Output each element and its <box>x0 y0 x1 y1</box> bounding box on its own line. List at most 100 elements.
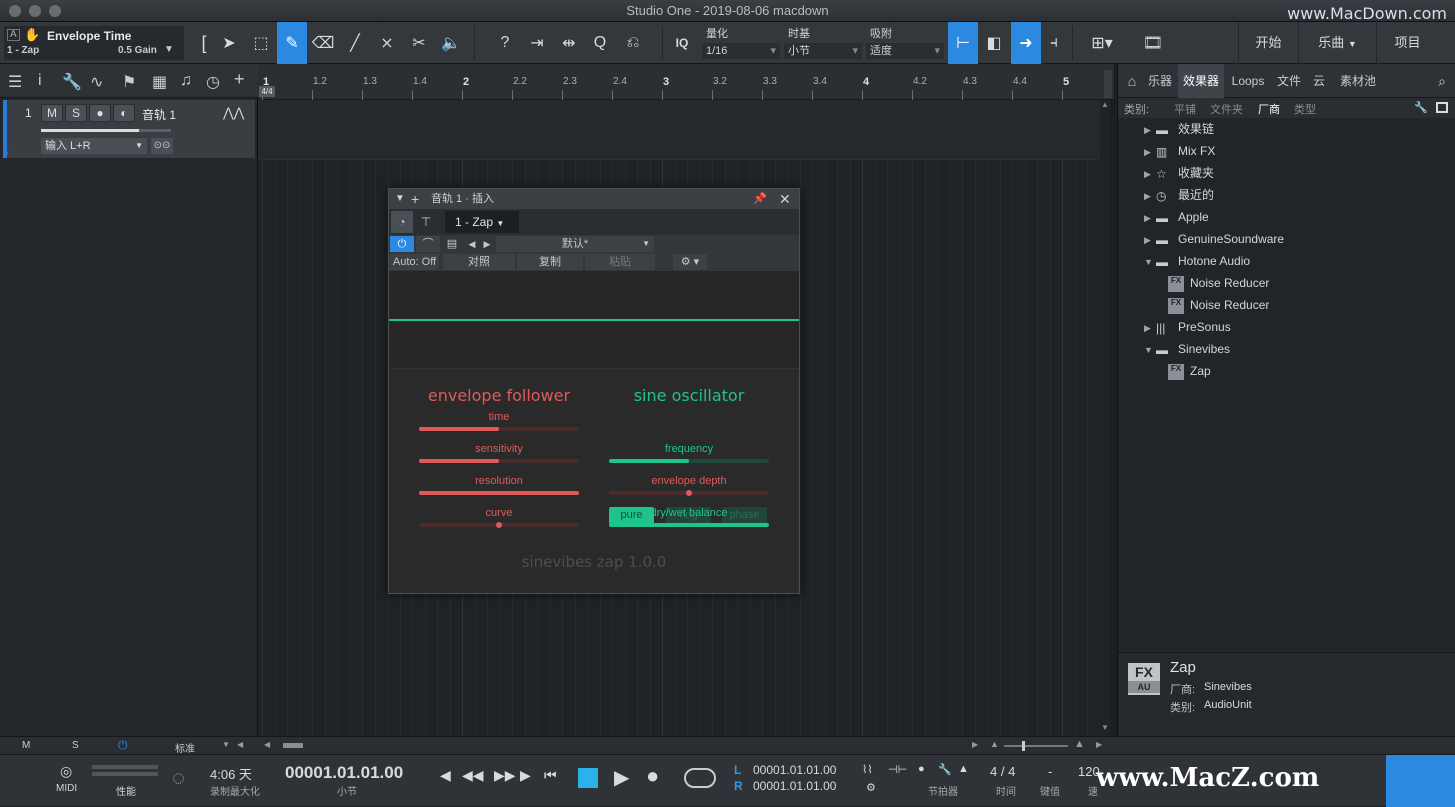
chevron-down-icon[interactable]: ▼ <box>164 44 174 55</box>
expanded-icon[interactable]: ▼ <box>1144 251 1156 273</box>
power-icon[interactable]: ⏻ <box>118 738 128 753</box>
snap-grid-icon[interactable]: ⇹ <box>554 22 584 64</box>
compare-button[interactable]: 对照 <box>443 254 515 270</box>
expand-icon[interactable]: ▶ <box>1144 119 1156 141</box>
tree-item[interactable]: ▶ ||| PreSonus <box>1144 316 1231 338</box>
ruler-scroll[interactable] <box>1104 70 1112 98</box>
autoscroll-icon[interactable]: ⎌ <box>618 22 648 64</box>
menu-icon[interactable]: ☰ <box>8 72 22 92</box>
fast-forward-icon[interactable]: ▶▶ <box>494 767 516 784</box>
power-icon[interactable]: ⏻ <box>390 236 414 252</box>
collapse-left-icon[interactable]: ◀ <box>237 740 243 749</box>
track-name[interactable]: 音轨 1 <box>142 106 176 123</box>
chevron-down-icon[interactable]: ▼ <box>222 740 230 749</box>
settings-icon[interactable]: ⚙ <box>866 781 876 794</box>
pin-icon[interactable]: 📌 <box>753 189 767 209</box>
skip-back-icon[interactable]: ⏮ <box>544 767 557 784</box>
tree-item[interactable]: ▶ ▬ 效果链 <box>1144 118 1214 140</box>
param-slider[interactable] <box>419 427 579 431</box>
zoom-out-icon[interactable]: ▲ <box>990 739 999 749</box>
collapse-icon[interactable]: ▼ <box>395 189 405 209</box>
split-tool-icon[interactable]: ✂ <box>404 22 434 64</box>
flag-icon[interactable]: ⚑ <box>122 72 136 92</box>
precount-icon[interactable]: ⌇⌇ <box>862 763 873 776</box>
mute-tool-icon[interactable]: ⨯ <box>372 22 402 64</box>
tree-item[interactable]: ▶ ☆ 收藏夹 <box>1144 162 1214 184</box>
tab-cloud[interactable]: 云 <box>1306 64 1332 98</box>
timebase-select[interactable]: 小节 <box>784 43 862 59</box>
auto-button[interactable]: Auto: Off <box>390 254 439 270</box>
tempo-icon[interactable]: ◷ <box>206 72 220 92</box>
project-button[interactable]: 项目 <box>1376 22 1438 64</box>
mute-button[interactable]: M <box>41 104 63 122</box>
expand-icon[interactable]: ▶ <box>1144 185 1156 207</box>
position-display[interactable]: 00001.01.01.00 <box>285 763 403 783</box>
start-button[interactable]: 开始 <box>1238 22 1298 64</box>
expand-right-icon[interactable]: ▶ <box>1096 740 1102 749</box>
key-display[interactable]: - <box>1048 764 1052 779</box>
sort-vendor[interactable]: 厂商 <box>1258 101 1280 117</box>
info-icon[interactable]: i <box>38 72 42 90</box>
tree-item[interactable]: FX Noise Reducer <box>1156 272 1269 294</box>
automation-icon[interactable]: ∿ <box>90 72 103 92</box>
close-window-button[interactable] <box>9 5 21 17</box>
scroll-left-icon[interactable]: ◀ <box>264 740 270 749</box>
param-slider[interactable] <box>419 522 579 528</box>
scroll-up-icon[interactable]: ▲ <box>1101 100 1109 109</box>
listen-tool-icon[interactable]: 🔈 <box>436 22 466 64</box>
channel-icon[interactable]: ▦ <box>152 72 167 92</box>
window-icon[interactable] <box>1436 102 1448 113</box>
global-mute-button[interactable]: M <box>22 740 30 751</box>
param-slider[interactable] <box>609 459 769 463</box>
plugin-header[interactable]: ▼ + 音轨 1 · 插入 📌 ✕ <box>389 189 799 209</box>
forward-icon[interactable]: ▶ <box>520 767 531 784</box>
search-icon[interactable]: ⌕ <box>1432 64 1452 98</box>
sort-type[interactable]: 类型 <box>1294 101 1316 117</box>
home-icon[interactable]: ⌂ <box>1122 64 1142 98</box>
routing-icon[interactable]: ⊤ <box>415 211 437 233</box>
song-button[interactable]: 乐曲 ▼ <box>1298 22 1376 64</box>
grid-add-icon[interactable]: ⊞▾ <box>1080 22 1124 64</box>
tab-loops[interactable]: Loops <box>1226 64 1270 98</box>
expand-icon[interactable]: ▶ <box>1144 229 1156 251</box>
plugin-window[interactable]: ▼ + 音轨 1 · 插入 📌 ✕ ◔ ⊤ 1 - Zap ▼ ⏻ ⌒ ▤ ◀ … <box>388 188 800 594</box>
tree-item[interactable]: FX Zap <box>1156 360 1211 382</box>
tree-item[interactable]: ▶ ▥ Mix FX <box>1144 140 1215 162</box>
sort-folder[interactable]: 文件夹 <box>1210 101 1243 117</box>
tree-item[interactable]: ▼ ▬ Hotone Audio <box>1144 250 1250 272</box>
cursor-follow-icon[interactable]: ⊢ <box>948 22 978 64</box>
tab-effects[interactable]: 效果器 <box>1178 64 1224 98</box>
zoom-in-icon[interactable]: ▲ <box>1074 738 1085 750</box>
scroll-down-icon[interactable]: ▼ <box>1101 723 1109 732</box>
snap-select[interactable]: 适度 <box>866 43 944 59</box>
expand-icon[interactable]: ▶ <box>1144 317 1156 339</box>
metronome-icon[interactable]: ▲ <box>958 763 969 775</box>
tab-instruments[interactable]: 乐器 <box>1144 64 1176 98</box>
scroll-right-icon[interactable]: ▶ <box>972 740 978 749</box>
punch-icon[interactable]: ⊣⊢ <box>888 763 907 776</box>
zoom-slider[interactable] <box>1004 741 1068 751</box>
expand-icon[interactable]: ▶ <box>1144 141 1156 163</box>
tree-item[interactable]: ▼ ▬ Sinevibes <box>1144 338 1230 360</box>
tree-item[interactable]: FX Noise Reducer <box>1156 294 1269 316</box>
arrow-tool-icon[interactable]: ➤ <box>216 22 242 64</box>
loop-button[interactable] <box>684 768 716 788</box>
bypass-icon[interactable]: ⌒ <box>416 236 440 252</box>
plugin-knob-icon[interactable]: ◔ <box>391 211 413 233</box>
quantize-icon[interactable]: Q <box>586 22 614 64</box>
device-select[interactable]: 1 - Zap ▼ <box>445 211 519 233</box>
eraser-tool-icon[interactable]: ⌫ <box>308 22 338 64</box>
split-view-icon[interactable]: ⫞ <box>1042 22 1066 64</box>
add-icon[interactable]: + <box>411 189 419 209</box>
param-slider[interactable] <box>419 491 579 495</box>
quantize-select[interactable]: 1/16 <box>702 43 780 59</box>
wrench-icon[interactable]: 🔧 <box>938 763 952 776</box>
tab-files[interactable]: 文件 <box>1272 64 1306 98</box>
expanded-icon[interactable]: ▼ <box>1144 339 1156 361</box>
zoom-window-button[interactable] <box>49 5 61 17</box>
copy-button[interactable]: 复制 <box>517 254 583 270</box>
pencil-tool-icon[interactable]: ✎ <box>277 22 307 64</box>
volume-slider[interactable] <box>41 129 171 132</box>
loop-end[interactable]: 00001.01.01.00 <box>753 779 836 793</box>
gear-icon[interactable]: ⚙ ▾ <box>673 254 707 270</box>
